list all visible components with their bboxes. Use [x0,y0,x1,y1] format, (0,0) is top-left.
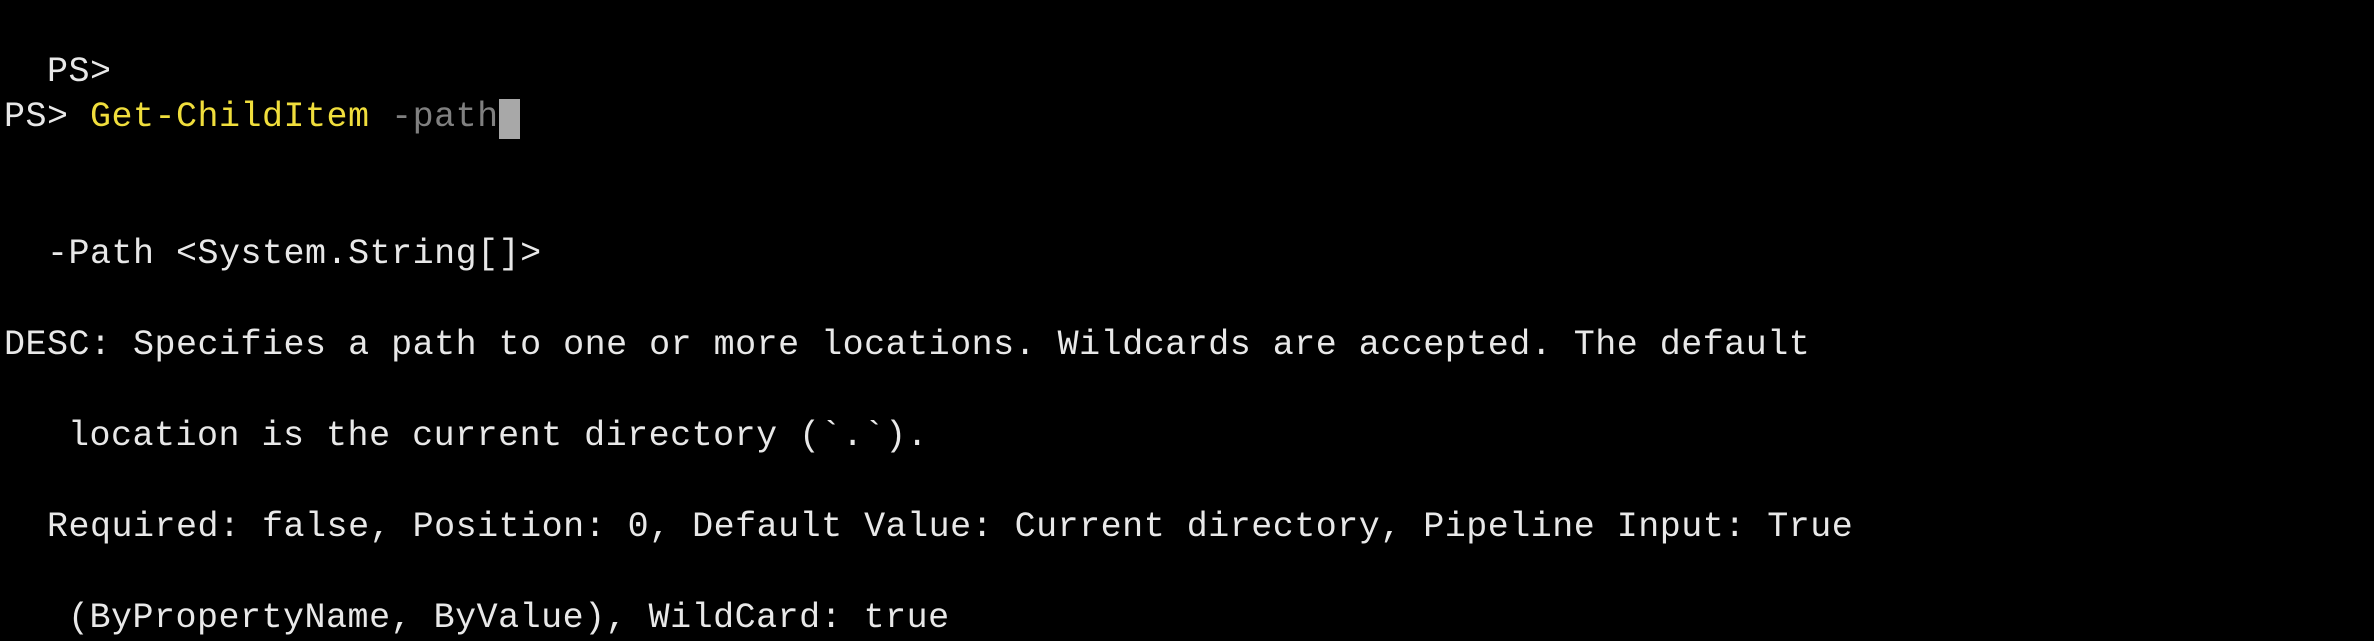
prompt-text: PS> [4,97,90,137]
attributes-continuation: (ByPropertyName, ByValue), WildCard: tru… [4,550,2370,641]
cursor-icon [499,99,520,139]
desc-label: DESC: [4,325,133,365]
terminal-line-empty-prompt: PS> [4,4,2370,95]
attributes-text-cont: (ByPropertyName, ByValue), WildCard: tru… [68,598,950,638]
blank-line [4,141,2370,187]
parameter-signature: -Path <System.String[]> [4,186,2370,277]
command-text: Get-ChildItem [90,97,391,137]
desc-text: Specifies a path to one or more location… [133,325,1810,365]
terminal-command-line[interactable]: PS> Get-ChildItem -path [4,95,2370,141]
param-signature-text: -Path <System.String[]> [47,234,542,274]
prompt-text: PS> [47,52,112,92]
blank-line [4,277,2370,323]
attributes-line: Required: false, Position: 0, Default Va… [4,459,2370,550]
attributes-text: Required: false, Position: 0, Default Va… [47,507,1853,547]
parameter-text: -path [391,97,499,137]
description-line: DESC: Specifies a path to one or more lo… [4,323,2370,369]
desc-text-cont: location is the current directory (`.`). [68,416,928,456]
description-continuation: location is the current directory (`.`). [4,368,2370,459]
